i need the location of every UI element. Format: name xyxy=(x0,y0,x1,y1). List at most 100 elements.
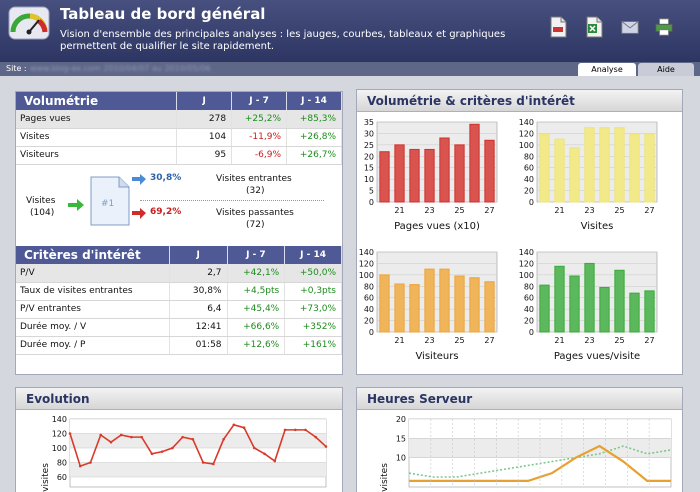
y-tick-label: 0 xyxy=(529,328,534,337)
line-point xyxy=(150,452,154,456)
line-point xyxy=(140,435,143,439)
x-tick-label: 23 xyxy=(584,206,594,215)
col-j: J xyxy=(169,246,228,264)
row-j14: +26,8% xyxy=(286,128,342,147)
table-row: Pages vues 278 +25,2% +85,3% xyxy=(16,110,342,129)
x-tick-label: 25 xyxy=(614,206,624,215)
line-point xyxy=(283,428,287,432)
volumetrie-title: Volumétrie xyxy=(16,92,178,110)
row-j14: +352% xyxy=(284,318,342,337)
y-tick-label: 100 xyxy=(52,444,67,453)
x-tick-label: 25 xyxy=(454,206,464,215)
y-tick-label: 5 xyxy=(369,187,374,196)
row-j7: +12,6% xyxy=(227,336,286,355)
y-tick-label: 60 xyxy=(364,294,374,303)
evolution-panel: Evolution 60 80 100 120 140/visites xyxy=(15,387,343,492)
y-tick-label: 40 xyxy=(524,305,534,314)
line-point xyxy=(78,464,82,468)
flow-page-label: #1 xyxy=(101,199,115,209)
bar xyxy=(539,134,550,203)
heures-chart: 10 15 20/visites xyxy=(380,415,672,492)
row-j14: +85,3% xyxy=(286,110,342,129)
heures-panel: Heures Serveur 10 15 20/visites xyxy=(356,387,683,492)
volcrit-title: Volumétrie & critères d'intérêt xyxy=(357,90,682,112)
x-tick-label: 27 xyxy=(644,206,654,215)
y-tick-label: 0 xyxy=(369,198,374,207)
line-point xyxy=(191,438,195,441)
bar xyxy=(439,137,450,203)
line-point xyxy=(171,446,174,450)
y-tick-label: 120 xyxy=(52,430,67,439)
y-tick-label: 35 xyxy=(364,118,374,127)
y-tick-label: 140 xyxy=(52,415,67,424)
x-tick-label: 23 xyxy=(424,336,434,345)
email-icon[interactable] xyxy=(620,16,640,38)
x-tick-label: 21 xyxy=(554,336,564,345)
flow-entrantes-pct: 30,8% xyxy=(150,173,182,183)
excel-icon[interactable] xyxy=(584,16,604,38)
print-icon[interactable] xyxy=(654,16,674,38)
chart-xlabel: Pages vues (x10) xyxy=(394,221,480,232)
header: Tableau de bord général Vision d'ensembl… xyxy=(0,0,700,62)
evolution-title: Evolution xyxy=(16,388,342,410)
bar xyxy=(469,277,480,333)
line-point xyxy=(109,440,113,444)
line-point xyxy=(263,452,266,456)
row-j: 12:41 xyxy=(169,318,228,337)
bar xyxy=(644,134,655,203)
bar xyxy=(614,269,625,333)
chart-xlabel: Pages vues/visite xyxy=(554,351,640,362)
table-row: P/V 2,7 +42,1% +50,0% xyxy=(16,264,342,283)
y-tick-label: 10 xyxy=(396,454,406,463)
bar xyxy=(439,268,450,333)
row-j14: +0,3pts xyxy=(284,282,342,301)
tab-analyse[interactable]: Analyse xyxy=(578,63,636,76)
row-j: 278 xyxy=(176,110,233,129)
grid-band xyxy=(70,462,326,477)
page-description: Vision d'ensemble des principales analys… xyxy=(60,29,506,52)
row-label: Durée moy. / P xyxy=(16,336,170,355)
y-tick-label: 100 xyxy=(519,141,534,150)
table-row: Visiteurs 95 -6,9% +26,7% xyxy=(16,146,342,165)
line-point xyxy=(232,423,236,427)
flow-passantes-count: (72) xyxy=(246,220,265,230)
y-tick-label: 80 xyxy=(524,282,534,291)
col-j: J xyxy=(176,92,233,110)
row-j: 2,7 xyxy=(169,264,228,283)
flow-entrantes-label: Visites entrantes xyxy=(216,174,292,184)
site-value: www.blog-ex.com 2010/04/07 au 2010/05/06 xyxy=(30,64,211,73)
x-tick-label: 21 xyxy=(394,206,404,215)
y-tick-label: 25 xyxy=(364,141,374,150)
bar xyxy=(584,262,595,333)
x-tick-label: 27 xyxy=(484,336,494,345)
row-label: P/V xyxy=(16,264,170,283)
flow-entrantes-count: (32) xyxy=(246,186,265,196)
evolution-chart: 60 80 100 120 140/visites xyxy=(41,415,328,492)
col-j7: J - 7 xyxy=(227,246,286,264)
x-tick-label: 27 xyxy=(644,336,654,345)
y-tick-label: 20 xyxy=(396,415,406,424)
bar xyxy=(469,123,480,203)
col-j7: J - 7 xyxy=(231,92,288,110)
bar xyxy=(629,292,640,333)
x-tick-label: 27 xyxy=(484,206,494,215)
bar xyxy=(394,144,405,203)
y-tick-label: 100 xyxy=(519,271,534,280)
y-tick-label: 100 xyxy=(359,271,374,280)
bar-charts: 0 5 10 15 20 25 30 35 21 23 25 27 Pages vues (x10) 0 2… xyxy=(359,118,658,362)
criteres-header-row: Critères d'intérêt J J - 7 J - 14 xyxy=(16,246,342,264)
y-tick-label: 120 xyxy=(519,129,534,138)
line-point xyxy=(222,438,225,441)
x-tick-label: 23 xyxy=(584,336,594,345)
tab-aide[interactable]: Aide xyxy=(638,63,694,76)
dashboard-content: Volumétrie J J - 7 J - 14 Pages vues 278… xyxy=(0,76,700,492)
y-tick-label: 60 xyxy=(524,294,534,303)
x-tick-label: 25 xyxy=(614,336,624,345)
bar xyxy=(569,147,580,203)
row-label: Visiteurs xyxy=(16,146,178,165)
page-title: Tableau de bord général xyxy=(60,5,266,23)
flow-visites-count: (104) xyxy=(30,208,55,218)
pdf-icon[interactable] xyxy=(548,16,568,38)
bar xyxy=(484,281,495,333)
y-tick-label: 20 xyxy=(364,317,374,326)
